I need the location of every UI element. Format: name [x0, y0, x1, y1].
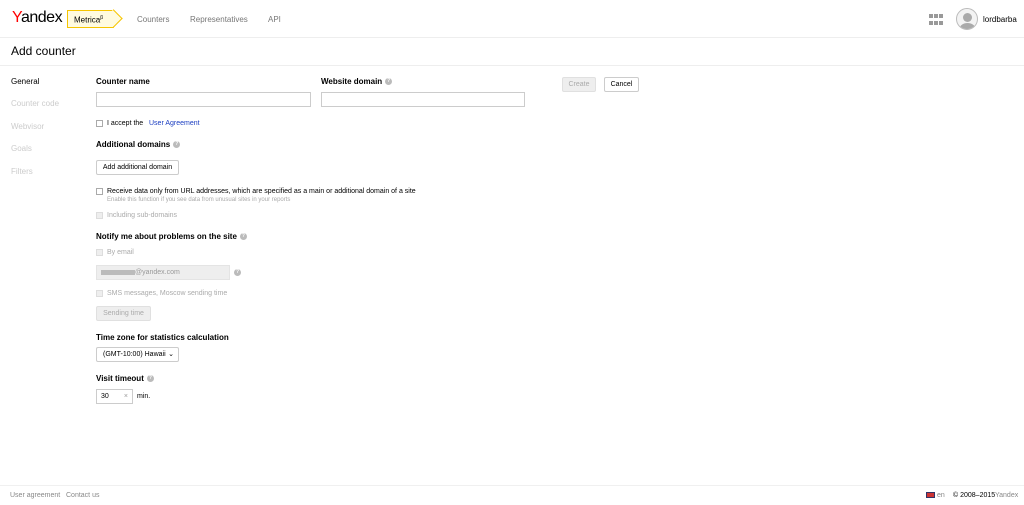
- additional-domains-label: Additional domains?: [96, 140, 181, 149]
- user-agreement-link[interactable]: User Agreement: [149, 120, 200, 127]
- email-field[interactable]: @yandex.com: [96, 265, 230, 280]
- nav-representatives[interactable]: Representatives: [190, 15, 248, 24]
- notify-label: Notify me about problems on the site?: [96, 232, 247, 241]
- page-title: Add counter: [11, 44, 76, 58]
- sending-time-button[interactable]: Sending time: [96, 306, 151, 321]
- language-label[interactable]: en: [937, 492, 945, 499]
- add-additional-domain-button[interactable]: Add additional domain: [96, 160, 179, 175]
- sidebar-item-filters[interactable]: Filters: [11, 167, 33, 176]
- visit-timeout-label-text: Visit timeout: [96, 374, 144, 383]
- redacted-block: [101, 269, 135, 275]
- additional-domains-label-text: Additional domains: [96, 140, 171, 149]
- help-icon[interactable]: ?: [385, 78, 393, 86]
- timezone-label: Time zone for statistics calculation: [96, 333, 229, 342]
- visit-timeout-input[interactable]: 30 ×: [96, 389, 133, 404]
- apps-grid-icon[interactable]: [929, 14, 945, 26]
- visit-timeout-value: 30: [101, 393, 109, 400]
- header: Yandex Metricaβ Counters Representatives…: [0, 0, 1024, 38]
- website-domain-label-text: Website domain: [321, 77, 383, 86]
- footer-divider: [0, 485, 1024, 486]
- footer-user-agreement-link[interactable]: User agreement: [10, 492, 60, 499]
- nav-counters[interactable]: Counters: [137, 15, 169, 24]
- sidebar-item-goals[interactable]: Goals: [11, 144, 32, 153]
- username[interactable]: lordbarba: [983, 15, 1017, 24]
- logo-letter: Y: [12, 9, 21, 26]
- website-domain-label: Website domain?: [321, 77, 393, 86]
- help-icon[interactable]: ?: [173, 141, 181, 149]
- visit-timeout-unit: min.: [137, 393, 151, 400]
- create-button[interactable]: Create: [562, 77, 596, 92]
- subdomains-label: Including sub-domains: [107, 212, 178, 219]
- uk-flag-icon[interactable]: [926, 492, 935, 498]
- timezone-select[interactable]: (GMT-10:00) Hawaii ⌄: [96, 347, 179, 362]
- help-icon[interactable]: ?: [234, 269, 241, 276]
- receive-data-checkbox[interactable]: [96, 188, 103, 195]
- email-domain: @yandex.com: [135, 269, 180, 276]
- product-name: Metrica: [74, 15, 101, 25]
- cancel-button[interactable]: Cancel: [604, 77, 639, 92]
- by-email-label: By email: [107, 249, 134, 256]
- chevron-down-icon: ⌄: [168, 351, 174, 358]
- logo-rest: andex: [20, 9, 63, 26]
- timezone-value: (GMT-10:00) Hawaii: [103, 351, 166, 358]
- help-icon[interactable]: ?: [146, 375, 154, 383]
- help-icon[interactable]: ?: [239, 233, 247, 241]
- sidebar-item-general[interactable]: General: [11, 77, 39, 86]
- footer-contact-us-link[interactable]: Contact us: [66, 492, 99, 499]
- metrica-logo[interactable]: Metricaβ: [67, 10, 115, 28]
- sidebar-item-webvisor[interactable]: Webvisor: [11, 122, 44, 131]
- agreement-prefix: I accept the: [107, 120, 144, 127]
- notify-label-text: Notify me about problems on the site: [96, 232, 237, 241]
- user-avatar[interactable]: [956, 8, 978, 30]
- clear-icon[interactable]: ×: [124, 390, 128, 403]
- beta-mark: β: [100, 15, 104, 21]
- nav-api[interactable]: API: [268, 15, 281, 24]
- receive-data-label: Receive data only from URL addresses, wh…: [107, 188, 416, 195]
- footer-brand: Yandex: [995, 492, 1019, 499]
- counter-name-label: Counter name: [96, 77, 150, 86]
- subdomains-checkbox[interactable]: [96, 212, 103, 219]
- sidebar-item-counter-code[interactable]: Counter code: [11, 99, 59, 108]
- agreement-checkbox[interactable]: [96, 120, 103, 127]
- receive-data-hint: Enable this function if you see data fro…: [107, 197, 291, 203]
- sms-checkbox[interactable]: [96, 290, 103, 297]
- visit-timeout-label: Visit timeout?: [96, 374, 154, 383]
- title-divider: [0, 65, 1024, 66]
- yandex-logo[interactable]: Yandex: [12, 9, 63, 27]
- counter-name-input[interactable]: [96, 92, 311, 107]
- sms-label: SMS messages, Moscow sending time: [107, 290, 228, 297]
- by-email-checkbox[interactable]: [96, 249, 103, 256]
- website-domain-input[interactable]: [321, 92, 525, 107]
- copyright: © 2008–2015: [953, 492, 996, 499]
